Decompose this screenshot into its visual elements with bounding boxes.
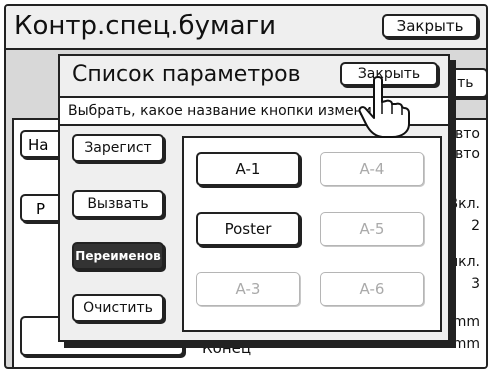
- param-button-a1[interactable]: A-1: [196, 152, 300, 186]
- bg-value-3: Вкл.: [448, 196, 480, 212]
- screen-close-button[interactable]: Закрыть: [382, 14, 478, 38]
- hand-pointer-icon: [358, 76, 410, 138]
- param-button-a4[interactable]: A-4: [320, 152, 424, 186]
- param-button-poster[interactable]: Poster: [196, 212, 300, 246]
- recall-button[interactable]: Вызвать: [72, 190, 164, 218]
- param-button-a6[interactable]: A-6: [320, 272, 424, 306]
- screen-title: Контр.спец.бумаги: [14, 11, 277, 41]
- bg-value-5: ыкл.: [447, 254, 480, 270]
- register-button[interactable]: Зарегист: [72, 134, 164, 162]
- param-button-a3[interactable]: A-3: [196, 272, 300, 306]
- background-button-2-label: Р: [36, 200, 46, 218]
- bg-value-1: Авто: [445, 126, 480, 142]
- parameter-grid: A-1 A-4 Poster A-5 A-3 A-6: [182, 136, 442, 332]
- dialog-title: Список параметров: [72, 62, 301, 87]
- bg-value-6: 3: [471, 276, 480, 292]
- bg-value-2: Авто: [445, 146, 480, 162]
- screen: Контр.спец.бумаги Закрыть ить На Р Авто …: [4, 4, 488, 369]
- rename-button[interactable]: Переименов: [72, 242, 164, 270]
- background-button-1-label: На: [28, 136, 49, 154]
- title-bar: Контр.спец.бумаги Закрыть: [6, 6, 486, 50]
- clear-button[interactable]: Очистить: [72, 294, 164, 322]
- param-button-a5[interactable]: A-5: [320, 212, 424, 246]
- bg-value-4: 2: [471, 218, 480, 234]
